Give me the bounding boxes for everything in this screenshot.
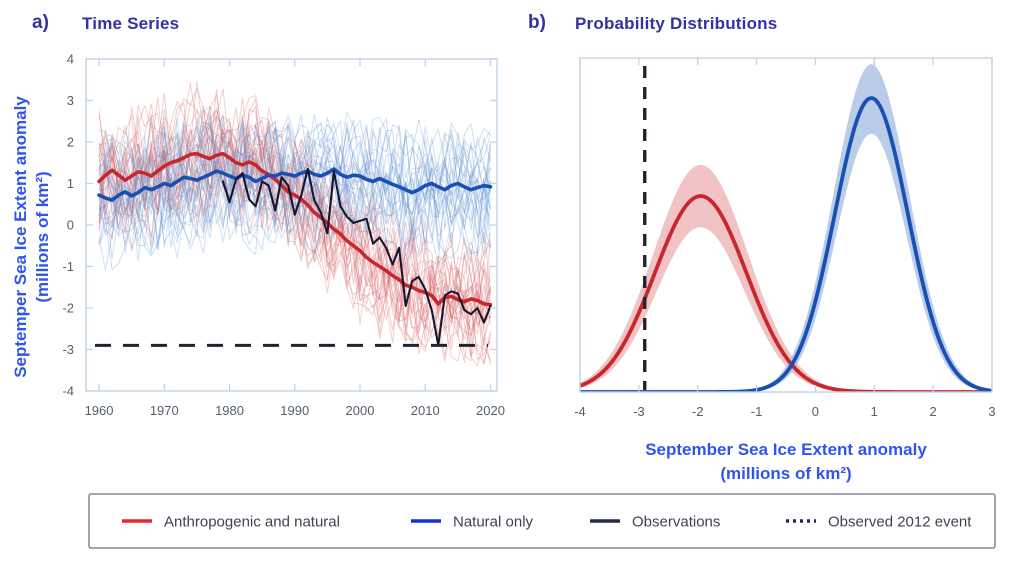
- legend-label: Anthropogenic and natural: [164, 514, 340, 531]
- panel-b-plot-background: [580, 58, 992, 392]
- panel-a: a) Time Series Septemper Sea Ice Extent …: [11, 12, 505, 418]
- ytick-label: -1: [62, 259, 74, 274]
- legend-label: Natural only: [453, 514, 534, 531]
- panel-a-ytick-labels: 4 3 2 1 0 -1 -2 -3 -4: [62, 52, 74, 399]
- xtick-label: 1980: [215, 403, 244, 418]
- xtick-label: 1970: [150, 403, 179, 418]
- xtick-label: 2020: [476, 403, 505, 418]
- legend-label: Observed 2012 event: [828, 514, 972, 531]
- xtick-label: -1: [751, 404, 763, 419]
- ytick-label: 0: [67, 218, 74, 233]
- panel-a-ylabel-line1: Septemper Sea Ice Extent anomaly: [11, 96, 30, 378]
- panel-a-ylabel-line2: (millions of km²): [33, 171, 52, 302]
- panel-a-xtick-labels: 1960 1970 1980 1990 2000 2010 2020: [85, 403, 505, 418]
- xtick-label: 3: [988, 404, 995, 419]
- xtick-label: 1: [871, 404, 878, 419]
- panel-a-tag: a): [32, 12, 49, 33]
- ytick-label: -2: [62, 301, 74, 316]
- ytick-label: 3: [67, 93, 74, 108]
- xtick-label: 1990: [280, 403, 309, 418]
- ytick-label: -3: [62, 342, 74, 357]
- ytick-label: 1: [67, 176, 74, 191]
- panel-b-tag: b): [528, 12, 546, 33]
- panel-b-title: Probability Distributions: [575, 14, 777, 33]
- panel-a-title: Time Series: [82, 14, 179, 33]
- figure-root: a) Time Series Septemper Sea Ice Extent …: [11, 12, 996, 549]
- xtick-label: -3: [633, 404, 645, 419]
- xtick-label: -2: [692, 404, 704, 419]
- panel-b-xtick-labels: -4 -3 -2 -1 0 1 2 3: [574, 404, 995, 419]
- panel-b-xlabel-line1: September Sea Ice Extent anomaly: [645, 440, 927, 459]
- xtick-label: -4: [574, 404, 586, 419]
- panel-b-xlabel-line2: (millions of km²): [720, 464, 851, 483]
- xtick-label: 2010: [411, 403, 440, 418]
- ytick-label: 4: [67, 52, 74, 67]
- panel-a-plot-area: 1960 1970 1980 1990 2000 2010 2020 4 3 2 1 0 -1 -2 -3…: [62, 52, 504, 419]
- xtick-label: 1960: [85, 403, 114, 418]
- ytick-label: -4: [62, 384, 74, 399]
- xtick-label: 2: [930, 404, 937, 419]
- panel-b-plot-area: -4 -3 -2 -1 0 1 2 3: [574, 57, 996, 419]
- ytick-label: 2: [67, 135, 74, 150]
- panel-b: b) Probability Distributions -4 -3 -2 -1 0 1 2…: [528, 12, 996, 483]
- legend: Anthropogenic and natural Natural only Obs…: [88, 493, 996, 549]
- legend-label: Observations: [632, 514, 720, 531]
- xtick-label: 2000: [346, 403, 375, 418]
- xtick-label: 0: [812, 404, 819, 419]
